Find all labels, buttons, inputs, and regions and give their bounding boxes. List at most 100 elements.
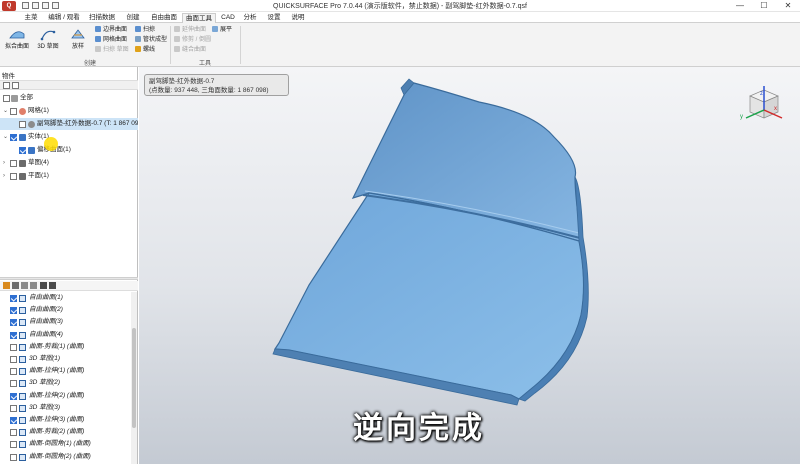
tab-home[interactable]: 主菜 bbox=[20, 13, 42, 23]
history-scrollbar[interactable] bbox=[131, 292, 137, 464]
sweep-button[interactable]: 扫掠 bbox=[135, 26, 155, 35]
pipe-button[interactable]: 管状成型 bbox=[135, 36, 167, 45]
history-checkbox[interactable] bbox=[10, 295, 17, 302]
history-label: 曲面-拉伸(3) (曲面) bbox=[29, 416, 85, 423]
tree-item-offset-surface[interactable]: 偏移曲面(1) bbox=[0, 144, 138, 156]
filter-icon[interactable] bbox=[3, 82, 10, 89]
stitch-surface-button[interactable]: 缝合曲面 bbox=[174, 46, 206, 55]
sweep-sketch-button[interactable]: 扫掠 草图 bbox=[95, 46, 129, 55]
history-item[interactable]: 曲面-拉伸(2) (曲面) bbox=[0, 390, 132, 402]
loft-button[interactable]: 放样 bbox=[64, 26, 92, 51]
tab-create[interactable]: 创建 bbox=[122, 13, 144, 23]
history-item[interactable]: 3D 草图(3) bbox=[0, 402, 132, 414]
sketch-icon bbox=[19, 160, 26, 167]
history-checkbox[interactable] bbox=[10, 307, 17, 315]
history-label: 3D 草图(1) bbox=[29, 355, 61, 362]
fit-surface-button[interactable]: 拟合曲面 bbox=[3, 26, 31, 51]
expand-icon[interactable]: ⌄ bbox=[3, 105, 8, 117]
tab-scan-data[interactable]: 扫描数据 bbox=[86, 13, 118, 23]
history-checkbox[interactable] bbox=[10, 392, 17, 400]
history-item[interactable]: 3D 草图(1) bbox=[0, 353, 132, 365]
tree-checkbox[interactable] bbox=[3, 95, 10, 102]
history-checkbox[interactable] bbox=[10, 343, 17, 351]
history-checkbox[interactable] bbox=[10, 404, 17, 412]
history-checkbox[interactable] bbox=[10, 441, 17, 449]
tab-surface-tools[interactable]: 曲面工具 bbox=[182, 13, 216, 23]
history-item[interactable]: 曲面-倒圆角(1) (曲面) bbox=[0, 438, 132, 450]
tree-item-all[interactable]: 全部 bbox=[0, 92, 138, 104]
tab-freeform[interactable]: 自由曲面 bbox=[148, 13, 180, 23]
expand-icon[interactable]: › bbox=[3, 157, 5, 169]
helix-button[interactable]: 螺线 bbox=[135, 46, 155, 55]
maximize-button[interactable]: ☐ bbox=[752, 0, 776, 12]
history-checkbox[interactable] bbox=[10, 453, 17, 461]
history-checkbox[interactable] bbox=[10, 331, 17, 339]
minimize-button[interactable]: — bbox=[728, 0, 752, 12]
history-checkbox[interactable] bbox=[10, 319, 17, 327]
surface-icon bbox=[28, 147, 35, 154]
history-item[interactable]: 曲面-倒圆角(2) (曲面) bbox=[0, 451, 132, 463]
history-checkbox[interactable] bbox=[10, 368, 17, 376]
history-checkbox[interactable] bbox=[10, 380, 17, 388]
flatten-button[interactable]: 展平 bbox=[212, 26, 232, 35]
tree-checkbox[interactable] bbox=[19, 121, 26, 128]
last-icon[interactable] bbox=[49, 282, 56, 289]
history-item[interactable]: 3D 草图(2) bbox=[0, 377, 132, 389]
grid-surface-button[interactable]: 网格曲面 bbox=[95, 36, 127, 45]
tab-settings[interactable]: 设置 bbox=[264, 13, 284, 23]
feature-icon bbox=[19, 368, 26, 376]
tab-edit-view[interactable]: 编辑 / 观看 bbox=[46, 13, 82, 23]
history-item[interactable]: 自由曲面(4) bbox=[0, 329, 132, 341]
history-checkbox[interactable] bbox=[10, 417, 17, 424]
sketch-3d-button[interactable]: 3D 草图 bbox=[34, 26, 62, 51]
history-item[interactable]: 自由曲面(2) bbox=[0, 304, 132, 316]
tree-checkbox[interactable] bbox=[10, 173, 17, 180]
tab-help[interactable]: 说明 bbox=[288, 13, 308, 23]
history-checkbox[interactable] bbox=[10, 356, 17, 363]
list-icon[interactable] bbox=[3, 282, 10, 289]
tree-checkbox[interactable] bbox=[10, 160, 17, 167]
tree-checkbox[interactable] bbox=[10, 108, 17, 115]
tab-analysis[interactable]: 分析 bbox=[240, 13, 260, 23]
history-label: 曲面-拉伸(2) (曲面) bbox=[29, 391, 85, 399]
extend-surface-button[interactable]: 延伸曲面 bbox=[174, 26, 206, 35]
tree-item-plane[interactable]: › 平面(1) bbox=[0, 170, 138, 182]
sketch-3d-label: 3D 草图 bbox=[37, 44, 59, 50]
close-button[interactable]: ✕ bbox=[776, 0, 800, 12]
feature-icon bbox=[19, 343, 26, 351]
history-item[interactable]: 自由曲面(1) bbox=[0, 292, 132, 304]
tree-checkbox[interactable] bbox=[10, 134, 17, 141]
first-icon[interactable] bbox=[40, 282, 47, 289]
expand-icon[interactable]: › bbox=[3, 170, 5, 182]
tree-item-mesh[interactable]: ⌄ 网格(1) bbox=[0, 105, 138, 117]
boundary-surface-label: 边界曲面 bbox=[103, 27, 128, 33]
history-item[interactable]: 自由曲面(3) bbox=[0, 316, 132, 328]
panel-splitter[interactable] bbox=[0, 277, 138, 280]
history-item[interactable]: 曲面-拉伸(3) (曲面) bbox=[0, 414, 132, 426]
history-item[interactable]: 曲面-拉伸(1) (曲面) bbox=[0, 365, 132, 377]
expand-icon[interactable]: ⌄ bbox=[3, 131, 8, 143]
tree-view-icon[interactable] bbox=[12, 282, 19, 289]
3d-viewport[interactable]: 副驾脚垫-红外数据-0.7 (点数量: 937 448, 三角面数量: 1 86… bbox=[139, 67, 800, 464]
ribbon: 拟合曲面 3D 草图 放样 边界曲面 网格曲面 扫掠 草图 扫掠 管状成型 螺线… bbox=[0, 23, 800, 67]
history-checkbox[interactable] bbox=[10, 429, 17, 437]
feature-icon bbox=[19, 331, 26, 339]
boundary-surface-button[interactable]: 边界曲面 bbox=[95, 26, 127, 35]
step-back-icon[interactable] bbox=[30, 282, 37, 289]
trim-fillet-button[interactable]: 修剪 / 倒圆 bbox=[174, 36, 211, 45]
tree-checkbox[interactable] bbox=[19, 147, 26, 154]
navigation-cube[interactable]: z x y bbox=[736, 80, 786, 128]
tree-item-solid[interactable]: ⌄ 实体(1) bbox=[0, 131, 138, 143]
tree-item-sketch[interactable]: › 草图(4) bbox=[0, 157, 138, 169]
scrollbar-thumb[interactable] bbox=[132, 328, 136, 428]
tab-cad[interactable]: CAD bbox=[220, 13, 236, 23]
mesh-object-icon bbox=[28, 121, 35, 128]
funnel-icon[interactable] bbox=[12, 82, 19, 89]
history-item[interactable]: 曲面-剪裁(2) (曲面) bbox=[0, 426, 132, 438]
feature-icon bbox=[19, 404, 26, 412]
feature-icon bbox=[19, 429, 26, 437]
loft-icon bbox=[71, 29, 85, 39]
history-item[interactable]: 曲面-剪裁(1) (曲面) bbox=[0, 341, 132, 353]
rollback-icon[interactable] bbox=[21, 282, 28, 289]
tree-item-mesh-file[interactable]: 副驾脚垫-红外数据-0.7 (T: 1 867 098) bbox=[0, 118, 138, 130]
